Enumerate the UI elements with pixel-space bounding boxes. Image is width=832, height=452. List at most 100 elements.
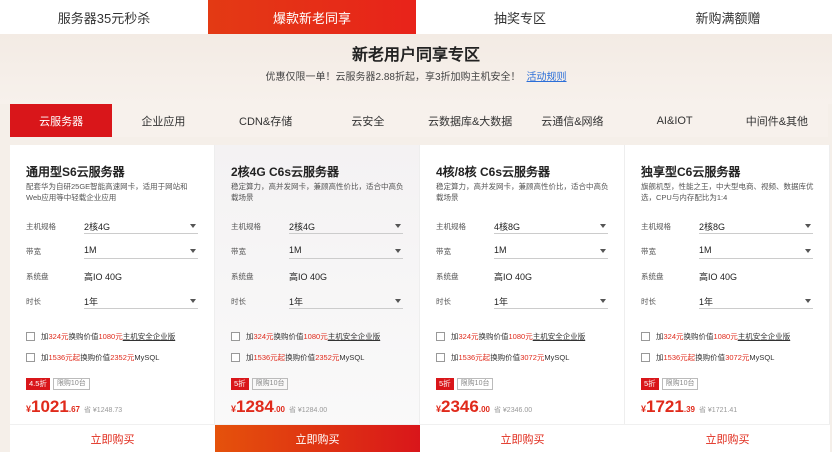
duration-value: 1年 xyxy=(289,297,304,307)
limit-badge: 限购10台 xyxy=(456,378,494,390)
product-card-list: 通用型S6云服务器 配套华为自研25GE智能高速网卡，适用于网站和Web应用等中… xyxy=(10,145,832,452)
tab-flash-sale[interactable]: 服务器35元秒杀 xyxy=(0,0,208,34)
badge-row: 5折 限购10台 xyxy=(641,378,699,390)
tab-lottery[interactable]: 抽奖专区 xyxy=(416,0,624,34)
chevron-down-icon xyxy=(600,299,606,303)
price: ¥1021.67 省 ¥1248.73 xyxy=(26,397,122,416)
duration-row: 时长 1年 xyxy=(436,292,612,310)
product-card: 独享型C6云服务器 旗舰机型，性能之王，中大型电商、视频、数据库优选，CPU与内… xyxy=(625,145,830,452)
addon-security-checkbox[interactable] xyxy=(641,332,650,341)
card-description: 稳定算力，高并发网卡，兼顾高性价比，适合中高负载场景 xyxy=(231,182,404,202)
bandwidth-row: 带宽 1M xyxy=(641,242,817,260)
limit-badge: 限购10台 xyxy=(251,378,289,390)
bandwidth-row: 带宽 1M xyxy=(231,242,407,260)
addon-security-option: 加324元换购价值1080元主机安全企业版 xyxy=(641,331,826,343)
discount-badge: 5折 xyxy=(231,378,249,390)
category-enterprise-apps[interactable]: 企业应用 xyxy=(112,104,215,137)
product-card: 通用型S6云服务器 配套华为自研25GE智能高速网卡，适用于网站和Web应用等中… xyxy=(10,145,215,452)
bandwidth-label: 带宽 xyxy=(436,247,451,256)
addon-security-checkbox[interactable] xyxy=(26,332,35,341)
buy-now-button[interactable]: 立即购买 xyxy=(420,424,625,452)
price-decimal: .00 xyxy=(478,405,490,414)
buy-now-button[interactable]: 立即购买 xyxy=(215,424,420,452)
disk-value: 高IO 40G xyxy=(289,272,328,282)
spec-select[interactable]: 2核4G xyxy=(289,218,403,234)
spec-value: 4核8G xyxy=(494,222,521,232)
spec-row: 主机规格 2核4G xyxy=(26,217,202,235)
buy-now-button[interactable]: 立即购买 xyxy=(10,424,215,452)
bandwidth-select[interactable]: 1M xyxy=(289,243,403,259)
addon-mysql-option: 加1536元起换购价值3072元MySQL xyxy=(436,352,621,364)
category-cdn-storage[interactable]: CDN&存储 xyxy=(214,104,317,137)
spec-row: 主机规格 4核8G xyxy=(436,217,612,235)
bandwidth-value: 1M xyxy=(699,245,712,255)
tab-purchase-gift[interactable]: 新购满额赠 xyxy=(624,0,832,34)
card-title: 2核4G C6s云服务器 xyxy=(231,165,340,179)
duration-label: 时长 xyxy=(641,297,656,306)
addon-mysql-checkbox[interactable] xyxy=(26,353,35,362)
bandwidth-select[interactable]: 1M xyxy=(84,243,198,259)
addon-mysql-checkbox[interactable] xyxy=(641,353,650,362)
page-title: 新老用户同享专区 xyxy=(351,47,480,64)
badge-row: 5折 限购10台 xyxy=(436,378,494,390)
duration-row: 时长 1年 xyxy=(231,292,407,310)
chevron-down-icon xyxy=(395,249,401,253)
bandwidth-row: 带宽 1M xyxy=(26,242,202,260)
category-database-bigdata[interactable]: 云数据库&大数据 xyxy=(419,104,522,137)
price-decimal: .39 xyxy=(683,405,695,414)
spec-label: 主机规格 xyxy=(436,222,466,231)
discount-badge: 5折 xyxy=(641,378,659,390)
addon-mysql-option: 加1536元起换购价值3072元MySQL xyxy=(641,352,826,364)
addon-mysql-checkbox[interactable] xyxy=(231,353,240,362)
price-integer: 1721 xyxy=(646,397,684,416)
rules-link[interactable]: 活动规则 xyxy=(527,72,567,83)
promo-text: 优惠仅限一单！云服务器2.88折起，享3折加购主机安全！ xyxy=(265,72,521,83)
bandwidth-select[interactable]: 1M xyxy=(699,243,813,259)
addon-mysql-text: 加1536元起换购价值2352元MySQL xyxy=(41,353,160,362)
duration-label: 时长 xyxy=(436,297,451,306)
chevron-down-icon xyxy=(805,224,811,228)
disk-value: 高IO 40G xyxy=(494,272,533,282)
bandwidth-row: 带宽 1M xyxy=(436,242,612,260)
addon-security-text: 加324元换购价值1080元主机安全企业版 xyxy=(246,332,381,341)
chevron-down-icon xyxy=(395,224,401,228)
disk-row: 系统盘 高IO 40G xyxy=(641,267,817,285)
category-security[interactable]: 云安全 xyxy=(316,104,419,137)
price-integer: 1284 xyxy=(236,397,274,416)
duration-value: 1年 xyxy=(699,297,714,307)
category-ai-iot[interactable]: AI&IOT xyxy=(623,104,726,137)
addon-security-checkbox[interactable] xyxy=(436,332,445,341)
saving-amount: 省 ¥1284.00 xyxy=(288,407,328,414)
category-middleware-other[interactable]: 中间件&其他 xyxy=(725,104,828,137)
price: ¥1721.39 省 ¥1721.41 xyxy=(641,397,737,416)
bandwidth-select[interactable]: 1M xyxy=(494,243,608,259)
category-cloud-server[interactable]: 云服务器 xyxy=(10,104,113,137)
bandwidth-label: 带宽 xyxy=(26,247,41,256)
addon-mysql-checkbox[interactable] xyxy=(436,353,445,362)
duration-select[interactable]: 1年 xyxy=(494,293,608,309)
spec-select[interactable]: 4核8G xyxy=(494,218,608,234)
duration-select[interactable]: 1年 xyxy=(289,293,403,309)
addon-security-checkbox[interactable] xyxy=(231,332,240,341)
addon-security-text: 加324元换购价值1080元主机安全企业版 xyxy=(656,332,791,341)
buy-now-button[interactable]: 立即购买 xyxy=(625,424,830,452)
price: ¥1284.00 省 ¥1284.00 xyxy=(231,397,328,416)
spec-label: 主机规格 xyxy=(231,222,261,231)
product-card: 2核4G C6s云服务器 稳定算力，高并发网卡，兼顾高性价比，适合中高负载场景 … xyxy=(215,145,420,452)
spec-label: 主机规格 xyxy=(26,222,56,231)
bandwidth-value: 1M xyxy=(84,245,97,255)
tab-hot-shared[interactable]: 爆款新老同享 xyxy=(208,0,416,34)
duration-row: 时长 1年 xyxy=(26,292,202,310)
spec-select[interactable]: 2核8G xyxy=(699,218,813,234)
disk-row: 系统盘 高IO 40G xyxy=(436,267,612,285)
chevron-down-icon xyxy=(600,224,606,228)
duration-select[interactable]: 1年 xyxy=(84,293,198,309)
spec-select[interactable]: 2核4G xyxy=(84,218,198,234)
disk-row: 系统盘 高IO 40G xyxy=(26,267,202,285)
bandwidth-value: 1M xyxy=(494,245,507,255)
category-communication-network[interactable]: 云通信&网络 xyxy=(521,104,624,137)
duration-select[interactable]: 1年 xyxy=(699,293,813,309)
chevron-down-icon xyxy=(805,299,811,303)
card-title: 独享型C6云服务器 xyxy=(641,165,741,179)
duration-row: 时长 1年 xyxy=(641,292,817,310)
